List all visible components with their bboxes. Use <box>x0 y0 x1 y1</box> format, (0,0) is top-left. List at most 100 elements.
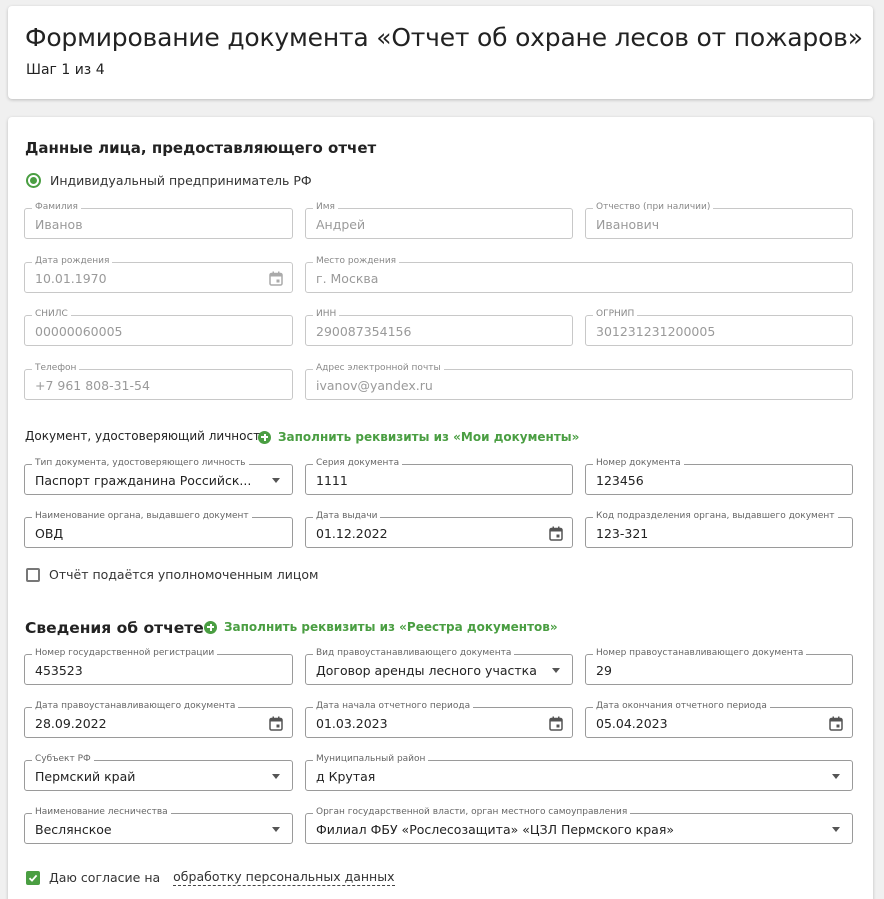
chevron-down-icon[interactable] <box>268 821 284 837</box>
calendar-icon[interactable] <box>548 715 564 731</box>
field-value: 301231231200005 <box>596 324 716 339</box>
person-section-title: Данные лица, предоставляющего отчет <box>25 139 377 157</box>
field-label: Наименование лесничества <box>32 807 171 818</box>
field-value: +7 961 808-31-54 <box>35 378 150 393</box>
authority-select[interactable]: Орган государственной власти, орган мест… <box>305 807 853 844</box>
field-value: 290087354156 <box>316 324 412 339</box>
fill-from-registry-link[interactable]: Заполнить реквизиты из «Реестра документ… <box>204 620 558 634</box>
field-value: 28.09.2022 <box>35 716 107 731</box>
field-label: Дата рождения <box>32 256 113 267</box>
consent-prefix: Даю согласие на <box>49 870 161 885</box>
forestry-select[interactable]: Наименование лесничества Веслянское <box>24 807 293 844</box>
field-label: Фамилия <box>32 202 81 213</box>
chevron-down-icon[interactable] <box>828 768 844 784</box>
doc-series-field[interactable]: Серия документа 1111 <box>305 458 573 495</box>
personal-data-link[interactable]: обработку персональных данных <box>173 869 395 886</box>
consent-checkbox[interactable]: Даю согласие на обработку персональных д… <box>26 869 395 886</box>
doc-date-field[interactable]: Дата правоустанавливающего документа 28.… <box>24 701 293 738</box>
field-value: Договор аренды лесного участка <box>316 663 537 678</box>
snils-field[interactable]: СНИЛС 00000060005 <box>24 309 293 346</box>
field-label: Номер правоустанавливающего документа <box>593 648 807 659</box>
header-card: Формирование документа «Отчет об охране … <box>8 6 873 99</box>
field-value: 1111 <box>316 473 348 488</box>
plus-circle-icon <box>204 620 217 634</box>
field-value: Веслянское <box>35 822 112 837</box>
radio-label: Индивидуальный предприниматель РФ <box>50 173 312 188</box>
field-value: 01.12.2022 <box>316 526 388 541</box>
ogrnip-field[interactable]: ОГРНИП 301231231200005 <box>585 309 853 346</box>
period-end-field[interactable]: Дата окончания отчетного периода 05.04.2… <box>585 701 853 738</box>
issue-date-field[interactable]: Дата выдачи 01.12.2022 <box>305 511 573 548</box>
reg-number-field[interactable]: Номер государственной регистрации 453523 <box>24 648 293 685</box>
calendar-icon[interactable] <box>828 715 844 731</box>
issuer-code-field[interactable]: Код подразделения органа, выдавшего доку… <box>585 511 853 548</box>
field-value: 29 <box>596 663 612 678</box>
checkbox-icon[interactable] <box>26 567 40 582</box>
field-value: 00000060005 <box>35 324 123 339</box>
doc-number-right-field[interactable]: Номер правоустанавливающего документа 29 <box>585 648 853 685</box>
issuer-field[interactable]: Наименование органа, выдавшего документ … <box>24 511 293 548</box>
field-value: Паспорт гражданина Российск... <box>35 473 252 488</box>
field-label: Орган государственной власти, орган мест… <box>313 807 631 818</box>
field-value: Иванович <box>596 217 660 232</box>
proxy-checkbox[interactable]: Отчёт подаётся уполномоченным лицом <box>26 567 318 582</box>
field-label: ИНН <box>313 309 340 320</box>
chevron-down-icon[interactable] <box>828 821 844 837</box>
field-value: 123456 <box>596 473 644 488</box>
field-label: Телефон <box>32 363 80 374</box>
doc-kind-select[interactable]: Вид правоустанавливающего документа Дого… <box>305 648 573 685</box>
field-label: Отчество (при наличии) <box>593 202 714 213</box>
field-label: Код подразделения органа, выдавшего доку… <box>593 511 838 522</box>
birth-place-field[interactable]: Место рождения г. Москва <box>305 256 853 293</box>
first-name-field[interactable]: Имя Андрей <box>305 202 573 239</box>
last-name-field[interactable]: Фамилия Иванов <box>24 202 293 239</box>
field-label: Вид правоустанавливающего документа <box>313 648 515 659</box>
field-label: СНИЛС <box>32 309 71 320</box>
field-label: Дата начала отчетного периода <box>313 701 474 712</box>
field-value: 123-321 <box>596 526 649 541</box>
birth-date-field[interactable]: Дата рождения 10.01.1970 <box>24 256 293 293</box>
field-value: ОВД <box>35 526 64 541</box>
checkbox-checked-icon[interactable] <box>26 870 40 885</box>
inn-field[interactable]: ИНН 290087354156 <box>305 309 573 346</box>
email-field[interactable]: Адрес электронной почты ivanov@yandex.ru <box>305 363 853 400</box>
field-label: Наименование органа, выдавшего документ <box>32 511 252 522</box>
field-label: Место рождения <box>313 256 400 267</box>
page-title: Формирование документа «Отчет об охране … <box>25 23 863 52</box>
middle-name-field[interactable]: Отчество (при наличии) Иванович <box>585 202 853 239</box>
form-card: Данные лица, предоставляющего отчет Инди… <box>8 117 873 899</box>
doc-number-field[interactable]: Номер документа 123456 <box>585 458 853 495</box>
field-value: 05.04.2023 <box>596 716 668 731</box>
chevron-down-icon[interactable] <box>268 768 284 784</box>
field-label: ОГРНИП <box>593 309 638 320</box>
field-label: Адрес электронной почты <box>313 363 444 374</box>
field-label: Имя <box>313 202 338 213</box>
phone-field[interactable]: Телефон +7 961 808-31-54 <box>24 363 293 400</box>
field-label: Дата окончания отчетного периода <box>593 701 770 712</box>
field-value: ivanov@yandex.ru <box>316 378 433 393</box>
chevron-down-icon[interactable] <box>548 662 564 678</box>
chevron-down-icon[interactable] <box>268 472 284 488</box>
entity-type-radio[interactable]: Индивидуальный предприниматель РФ <box>26 173 312 188</box>
radio-selected-icon[interactable] <box>26 173 41 188</box>
field-value: 453523 <box>35 663 83 678</box>
fill-from-my-documents-link[interactable]: Заполнить реквизиты из «Мои документы» <box>258 430 579 444</box>
field-label: Номер государственной регистрации <box>32 648 218 659</box>
field-value: г. Москва <box>316 271 379 286</box>
district-select[interactable]: Муниципальный район д Крутая <box>305 754 853 791</box>
field-value: 01.03.2023 <box>316 716 388 731</box>
link-label: Заполнить реквизиты из «Реестра документ… <box>224 620 558 634</box>
field-label: Субъект РФ <box>32 754 94 765</box>
period-start-field[interactable]: Дата начала отчетного периода 01.03.2023 <box>305 701 573 738</box>
subject-select[interactable]: Субъект РФ Пермский край <box>24 754 293 791</box>
checkbox-label: Отчёт подаётся уполномоченным лицом <box>49 567 319 582</box>
id-doc-title: Документ, удостоверяющий личность <box>25 429 268 443</box>
field-label: Серия документа <box>313 458 403 469</box>
report-section-title: Сведения об отчете <box>25 619 204 637</box>
field-value: Иванов <box>35 217 83 232</box>
calendar-icon[interactable] <box>548 525 564 541</box>
calendar-icon[interactable] <box>268 715 284 731</box>
calendar-icon[interactable] <box>268 270 284 286</box>
field-label: Тип документа, удостоверяющего личность <box>32 458 249 469</box>
doc-type-select[interactable]: Тип документа, удостоверяющего личность … <box>24 458 293 495</box>
